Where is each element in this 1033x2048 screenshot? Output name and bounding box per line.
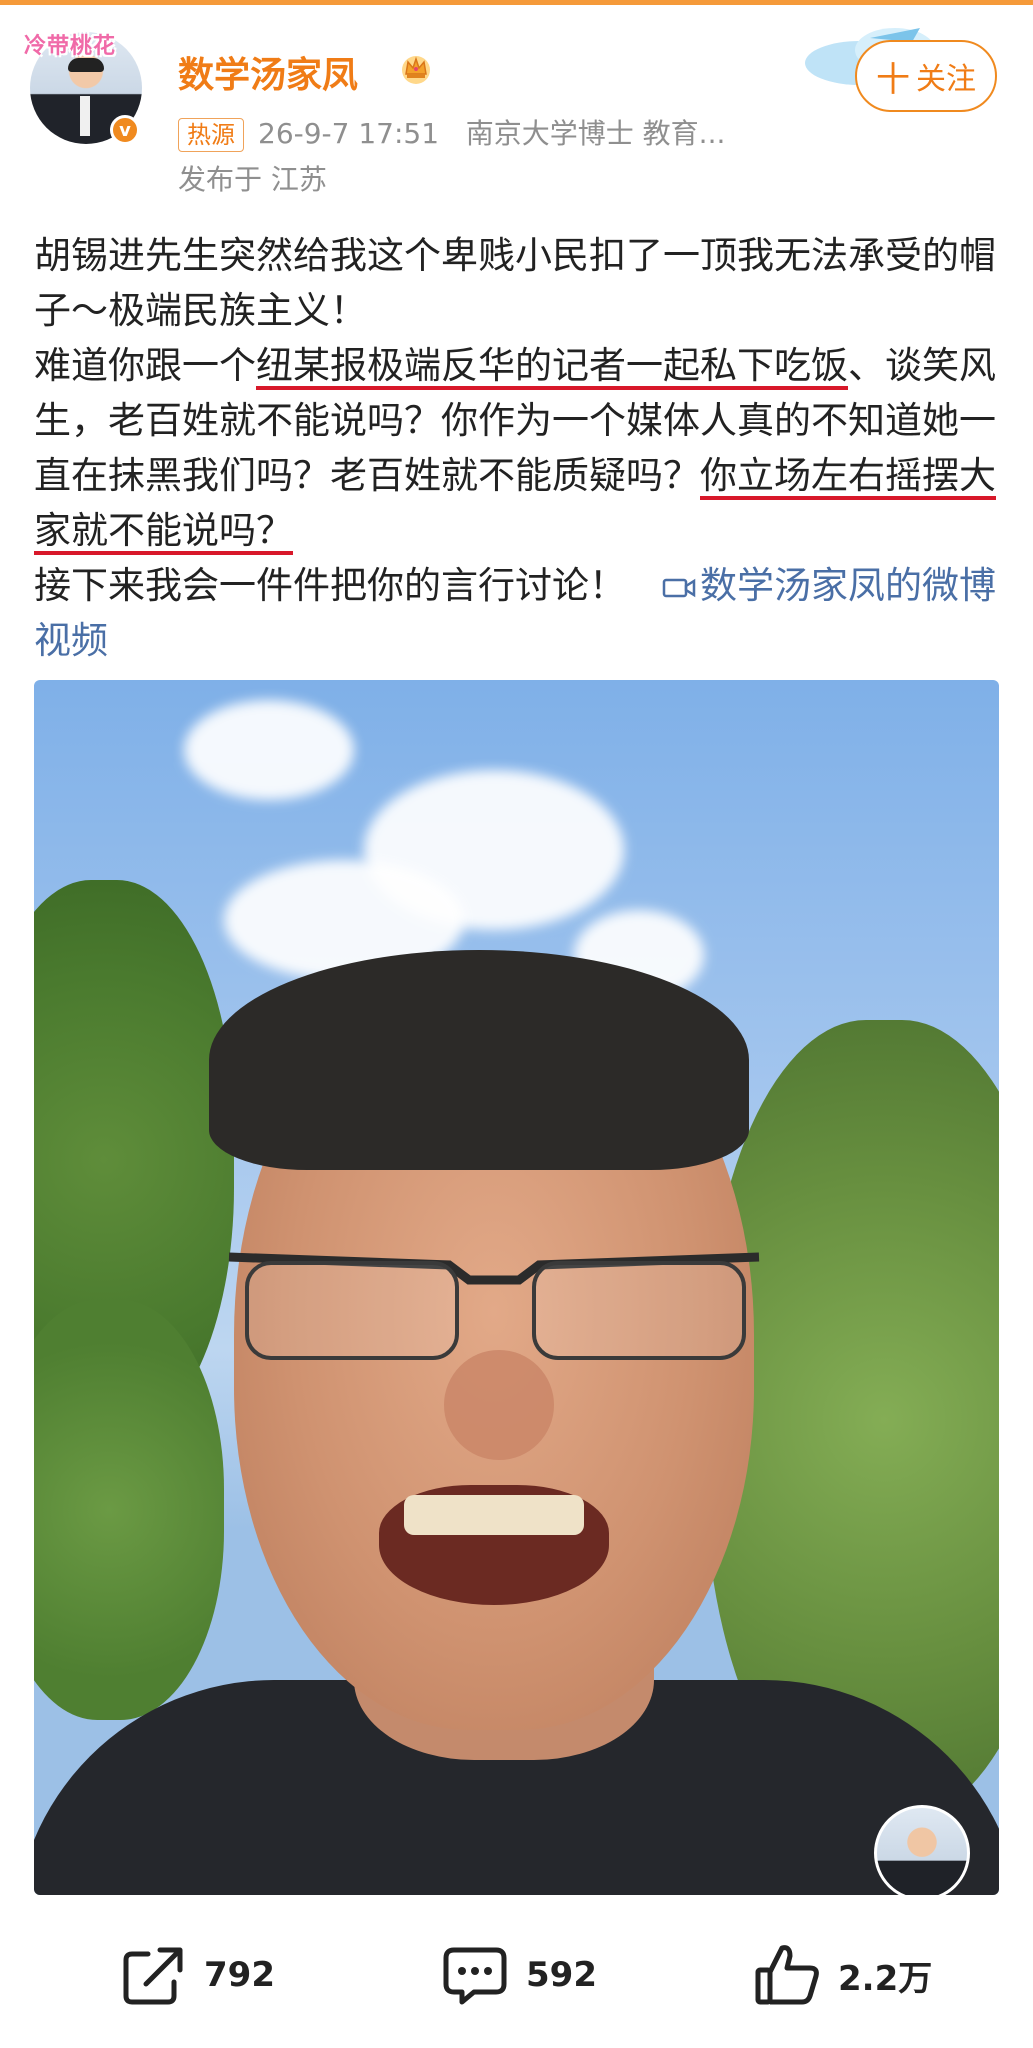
avatar-frame-text: 冷带桃花 [24,34,117,59]
person-teeth [404,1495,584,1535]
like-count: 2.2万 [838,1958,933,1999]
post-line-4: 接下来我会一件件把你的言行讨论！ 数学汤家凤的微博视频 [34,558,1000,668]
plus-icon: 十 [876,59,910,100]
glasses [228,1252,760,1360]
person-hair [209,950,749,1170]
post-location: 发布于 江苏 [178,163,327,196]
post-meta: 热源 26-9-7 17:51 南京大学博士 教育... [178,112,725,152]
share-icon [123,1947,183,2005]
post-closing: 接下来我会一件件把你的言行讨论！ [34,564,626,607]
crown-icon [402,56,430,84]
comment-button[interactable]: 592 [440,1940,597,2010]
action-bar: 792 592 2.2万 [0,1898,1033,2048]
sky-cloud [184,700,354,800]
post-line-2: 难道你跟一个纽某报极端反华的记者一起私下吃饭、谈笑风生，老百姓就不能说吗？你作为… [34,338,1000,558]
like-button[interactable]: 2.2万 [752,1940,932,2010]
thumbs-up-icon [755,1945,819,2005]
comment-icon [443,1947,507,2005]
tree-left-lower [34,1300,224,1720]
video-author-avatar[interactable] [874,1805,970,1895]
user-bio: 南京大学博士 教育... [465,117,726,150]
underlined-text-1: 纽某报极端反华的记者一起私下吃饭 [256,344,848,387]
post-text: 胡锡进先生突然给我这个卑贱小民扣了一顶我无法承受的帽子～极端民族主义！ 难道你跟… [34,228,1000,668]
comment-count: 592 [526,1955,597,1995]
video-player[interactable] [34,680,999,1895]
follow-label: 关注 [916,62,976,97]
post-line-1: 胡锡进先生突然给我这个卑贱小民扣了一顶我无法承受的帽子～极端民族主义！ [34,234,996,332]
avatar-shirt [80,96,90,136]
follow-button[interactable]: 十 关注 [855,40,997,112]
share-button[interactable]: 792 [118,1940,275,2010]
share-count: 792 [204,1955,275,1995]
person-nose [444,1350,554,1460]
verified-badge: v [110,115,140,145]
top-accent-line [0,0,1033,5]
video-camera-icon [662,578,696,598]
post-timestamp: 26-9-7 17:51 [258,117,440,150]
hot-tag: 热源 [178,118,244,152]
post-line-2-start: 难道你跟一个 [34,344,256,387]
username[interactable]: 数学汤家凤 [178,46,358,98]
